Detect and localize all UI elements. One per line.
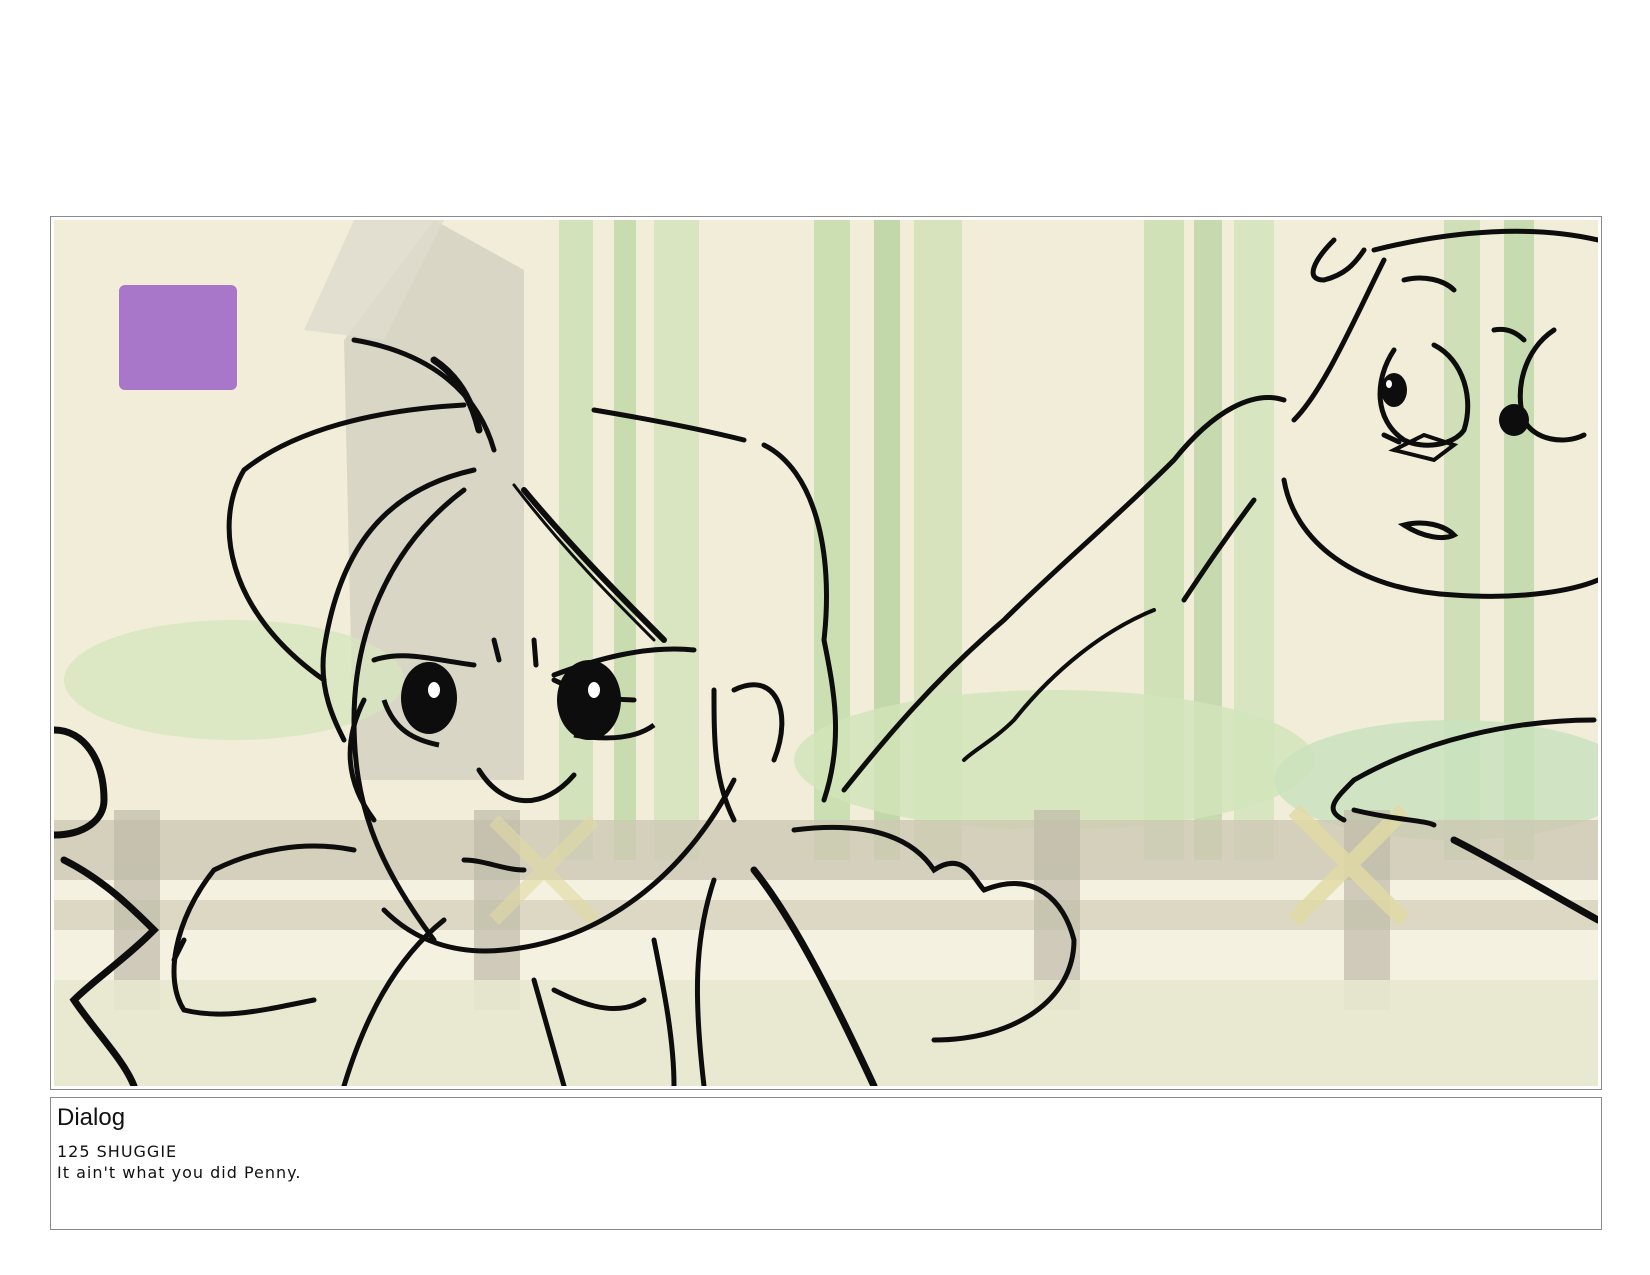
dialog-heading: Dialog [57, 1104, 126, 1131]
storyboard-panel-frame [50, 216, 1602, 1090]
dialog-text-line: It ain't what you did Penny. [57, 1163, 302, 1182]
color-marker-swatch [119, 285, 237, 390]
dialog-box: Dialog 125 SHUGGIE It ain't what you did… [50, 1097, 1602, 1230]
storyboard-panel-image [54, 220, 1598, 1086]
dialog-character-line: 125 SHUGGIE [57, 1142, 178, 1161]
sketch-illustration [54, 220, 1598, 1086]
